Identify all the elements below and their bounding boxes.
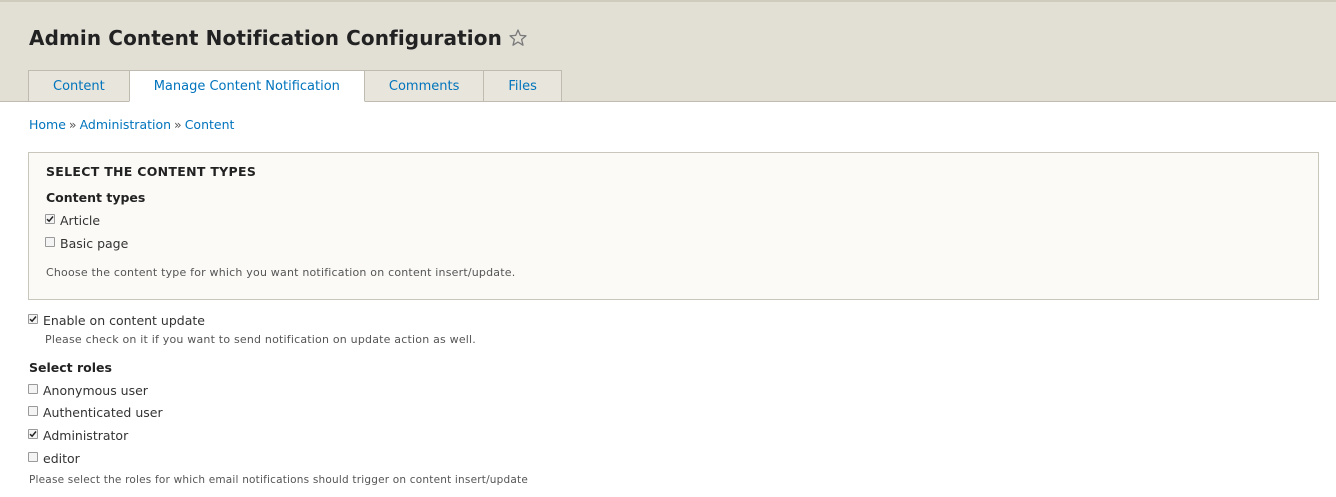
breadcrumb: Home» Administration» Content — [29, 117, 234, 132]
role-authenticated-checkbox[interactable] — [28, 405, 38, 416]
tab-content[interactable]: Content — [28, 70, 130, 101]
role-administrator-label[interactable]: Administrator — [43, 428, 128, 443]
checkmark-icon — [29, 315, 37, 322]
role-administrator-checkbox[interactable] — [28, 428, 38, 439]
role-editor-checkbox[interactable] — [28, 451, 38, 462]
role-editor-label[interactable]: editor — [43, 451, 80, 466]
fieldset-legend: SELECT THE CONTENT TYPES — [46, 164, 257, 179]
title-row: Admin Content Notification Configuration — [29, 26, 528, 50]
content-types-description: Choose the content type for which you wa… — [46, 266, 516, 279]
breadcrumb-administration[interactable]: Administration — [80, 117, 171, 132]
tab-files[interactable]: Files — [483, 70, 562, 101]
content-type-basic-page-row[interactable]: Basic page — [45, 236, 128, 251]
role-anonymous-checkbox[interactable] — [28, 383, 38, 394]
breadcrumb-separator: » — [174, 117, 182, 132]
content-type-basic-page-label[interactable]: Basic page — [60, 236, 128, 251]
checkmark-icon — [29, 430, 37, 437]
tab-comments[interactable]: Comments — [363, 70, 485, 101]
enable-update-checkbox[interactable] — [28, 313, 38, 324]
select-roles-label: Select roles — [29, 360, 112, 375]
enable-update-row[interactable]: Enable on content update — [28, 313, 205, 328]
page-title: Admin Content Notification Configuration — [29, 26, 502, 50]
role-authenticated-label[interactable]: Authenticated user — [43, 405, 163, 420]
enable-update-label[interactable]: Enable on content update — [43, 313, 205, 328]
roles-description: Please select the roles for which email … — [29, 474, 529, 486]
role-anonymous-row[interactable]: Anonymous user — [28, 383, 148, 398]
role-editor-row[interactable]: editor — [28, 451, 80, 466]
breadcrumb-home[interactable]: Home — [29, 117, 66, 132]
content-type-article-checkbox[interactable] — [45, 213, 55, 224]
role-authenticated-row[interactable]: Authenticated user — [28, 405, 163, 420]
content-types-label: Content types — [46, 190, 146, 205]
checkmark-icon — [46, 215, 54, 222]
content-type-article-label[interactable]: Article — [60, 213, 100, 228]
content-type-basic-page-checkbox[interactable] — [45, 236, 55, 247]
tab-manage-content-notification[interactable]: Manage Content Notification — [128, 70, 365, 102]
page-header: Admin Content Notification Configuration… — [0, 0, 1336, 102]
content-type-article-row[interactable]: Article — [45, 213, 100, 228]
role-administrator-row[interactable]: Administrator — [28, 428, 128, 443]
role-anonymous-label[interactable]: Anonymous user — [43, 383, 148, 398]
star-icon[interactable] — [508, 28, 528, 48]
breadcrumb-content[interactable]: Content — [185, 117, 235, 132]
breadcrumb-separator: » — [68, 117, 77, 132]
primary-tabs: Content Manage Content Notification Comm… — [28, 70, 562, 102]
content-types-fieldset: SELECT THE CONTENT TYPES Content types A… — [28, 152, 1319, 300]
enable-update-description: Please check on it if you want to send n… — [45, 333, 477, 346]
